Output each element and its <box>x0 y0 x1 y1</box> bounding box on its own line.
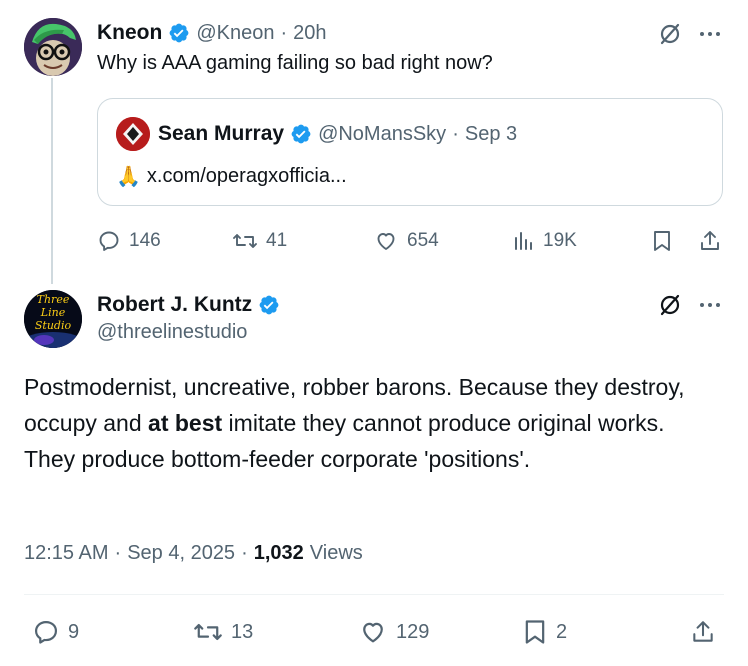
tweet1-header: Kneon @Kneon · 20h <box>97 18 327 48</box>
grok-icon[interactable] <box>656 291 684 319</box>
share-icon <box>693 621 713 642</box>
quote-handle[interactable]: @NoMansSky <box>318 123 446 146</box>
tweet2-meta: 12:15 AM · Sep 4, 2025 · 1,032 Views <box>24 541 363 565</box>
quote-separator: · <box>452 122 459 145</box>
tweet1-bookmark-button[interactable] <box>649 227 675 255</box>
divider <box>24 594 724 595</box>
tweet2-text: Postmodernist, uncreative, robber barons… <box>24 374 685 472</box>
tweet2-author-name[interactable]: Robert J. Kuntz <box>97 293 252 317</box>
more-options-icon[interactable] <box>696 291 724 319</box>
tweet2-date[interactable]: Sep 4, 2025 <box>127 542 235 565</box>
avatar-logo-text: Three Line Studio <box>34 293 72 332</box>
repost-count: 13 <box>231 620 254 643</box>
tweet2-share-button[interactable] <box>688 617 718 647</box>
tweet2-views-label: Views <box>309 541 363 564</box>
tweet2-bookmark-button[interactable]: 2 <box>522 616 567 648</box>
tweet2-repost-button[interactable]: 13 <box>193 616 253 648</box>
tweet1-author-name[interactable]: Kneon <box>97 21 162 45</box>
thread-connector-line <box>51 78 53 284</box>
tweet1-handle[interactable]: @Kneon <box>196 22 274 45</box>
tweet2-views-count: 1,032 <box>253 541 304 564</box>
reply-icon <box>34 620 58 644</box>
quote-author-name[interactable]: Sean Murray <box>158 122 284 146</box>
share-icon <box>701 231 719 250</box>
like-count: 654 <box>407 230 439 251</box>
tweet2-text-bold: at best <box>148 410 223 436</box>
tweet2-header: Robert J. Kuntz <box>97 290 280 320</box>
verified-badge-icon <box>168 22 190 45</box>
quote-date[interactable]: Sep 3 <box>465 123 517 146</box>
tweet1-reply-button[interactable]: 146 <box>97 226 161 256</box>
bookmark-count: 2 <box>556 620 568 643</box>
kneon-avatar[interactable] <box>24 18 82 76</box>
bookmark-icon <box>525 620 545 644</box>
tweet1-text: Why is AAA gaming failing so bad right n… <box>97 52 493 74</box>
tweet1-time[interactable]: 20h <box>293 22 326 45</box>
reply-count: 9 <box>68 620 80 643</box>
repost-icon <box>194 623 222 641</box>
quote-link[interactable]: x.com/operagxofficia... <box>147 165 347 188</box>
tweet2-time[interactable]: 12:15 AM <box>24 542 109 565</box>
tweet2-like-button[interactable]: 129 <box>358 616 429 648</box>
repost-count: 41 <box>266 230 288 251</box>
quoted-tweet-card[interactable]: Sean Murray @NoMansSky · Sep 3 🙏 x.com/o… <box>97 98 723 206</box>
tweet2-reply-button[interactable]: 9 <box>32 616 79 648</box>
quote-body: 🙏 x.com/operagxofficia... <box>116 161 347 191</box>
sean-murray-avatar[interactable] <box>116 117 150 151</box>
views-count: 19K <box>543 230 577 251</box>
heart-icon <box>363 622 383 643</box>
grok-icon[interactable] <box>656 20 684 48</box>
reply-icon <box>99 231 119 251</box>
tweet2-handle[interactable]: @threelinestudio <box>97 321 247 344</box>
tweet1-separator: · <box>280 21 288 44</box>
tweet1-like-button[interactable]: 654 <box>373 226 439 256</box>
quote-header: Sean Murray @NoMansSky · Sep 3 <box>158 119 517 149</box>
bookmark-icon <box>654 231 670 251</box>
robert-kuntz-avatar[interactable]: Three Line Studio <box>24 290 82 348</box>
tweet1-views-button[interactable]: 19K <box>513 226 577 256</box>
tweet1-share-button[interactable] <box>696 227 724 255</box>
like-count: 129 <box>396 620 430 643</box>
verified-badge-icon <box>258 294 280 317</box>
views-chart-icon <box>515 232 532 250</box>
verified-badge-icon <box>290 123 312 146</box>
tweet1-repost-button[interactable]: 41 <box>232 226 287 256</box>
praying-hands-emoji: 🙏 <box>116 165 141 188</box>
repost-icon <box>233 234 257 248</box>
reply-count: 146 <box>129 230 161 251</box>
more-options-icon[interactable] <box>696 20 724 48</box>
heart-icon <box>377 233 395 250</box>
